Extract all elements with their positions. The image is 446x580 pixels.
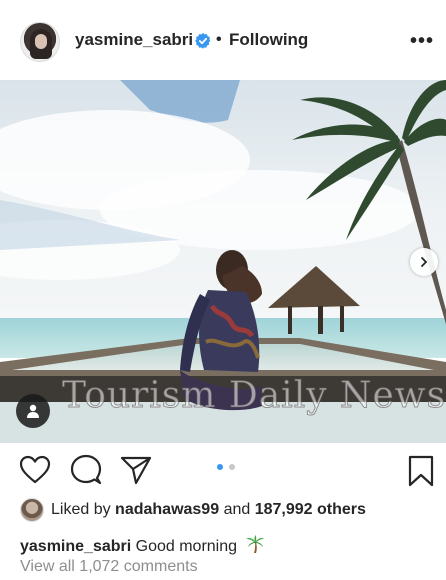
bookmark-icon[interactable] [408,455,434,487]
verified-badge-icon [195,33,211,49]
send-icon[interactable] [120,455,152,485]
following-button[interactable]: Following [229,30,308,50]
carousel-dot [229,464,235,470]
heart-icon[interactable] [19,455,51,485]
profile-avatar[interactable] [20,22,60,62]
more-options-icon[interactable]: ••• [410,30,434,53]
liker-username[interactable]: nadahawas99 [115,501,219,518]
post-image[interactable]: Tourism Daily News [0,80,446,443]
separator-dot: • [216,31,222,48]
comment-icon[interactable] [70,454,102,486]
avatar-face [35,34,47,49]
carousel-dot-active [217,464,223,470]
caption: yasmine_sabri Good morning [20,534,265,556]
likes-row: Liked by nadahawas99 and 187,992 others [20,497,366,523]
likes-conjunction: and [223,501,251,518]
post-header: yasmine_sabri • Following ••• [0,0,446,80]
likes-text: Liked by nadahawas99 and 187,992 others [51,501,366,519]
view-comments-link[interactable]: View all 1,072 comments [20,558,198,576]
caption-author[interactable]: yasmine_sabri [20,538,131,555]
watermark-text: Tourism Daily News [61,375,446,417]
likes-prefix: Liked by [51,501,111,518]
caption-text: Good morning [135,538,238,555]
liker-avatar[interactable] [20,498,44,522]
palm-tree-emoji [246,535,265,553]
likes-count[interactable]: 187,992 others [255,501,366,518]
chevron-right-icon[interactable] [410,248,438,276]
user-tag-icon[interactable] [16,394,50,428]
username-link[interactable]: yasmine_sabri [75,30,193,50]
action-bar [0,443,446,495]
